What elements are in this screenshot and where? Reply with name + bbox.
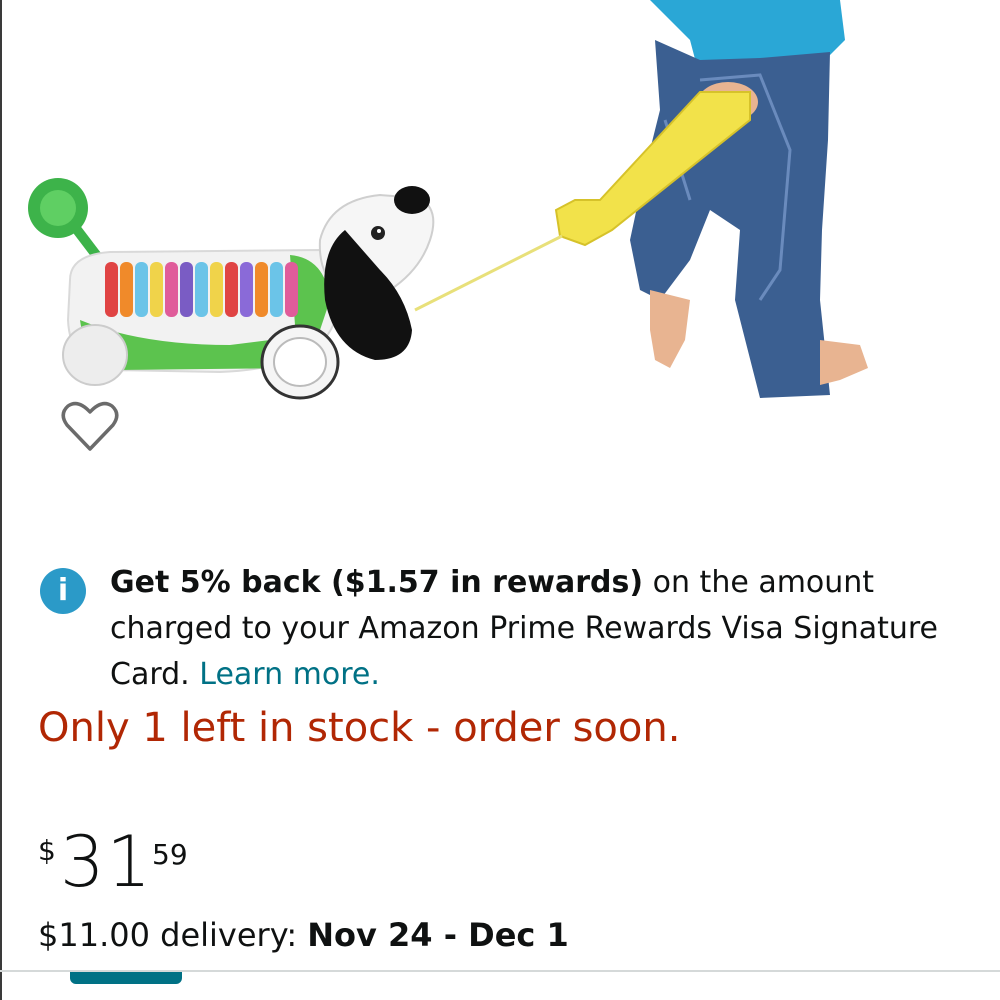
delivery-dates: Nov 24 - Dec 1 bbox=[307, 916, 569, 954]
product-page: i Get 5% back ($1.57 in rewards) on the … bbox=[0, 0, 1000, 1000]
stock-status: Only 1 left in stock - order soon. bbox=[38, 705, 681, 751]
delivery-info: $11.00 delivery: Nov 24 - Dec 1 bbox=[38, 912, 569, 958]
learn-more-link[interactable]: Learn more. bbox=[199, 657, 380, 692]
product-image[interactable] bbox=[0, 0, 1000, 420]
info-icon[interactable]: i bbox=[40, 568, 86, 614]
price-whole: 31 bbox=[60, 821, 154, 903]
price-fraction: 59 bbox=[152, 838, 188, 871]
child-foot-left bbox=[650, 290, 690, 368]
delivery-cost: $11.00 delivery: bbox=[38, 916, 308, 954]
child-foot-right bbox=[820, 340, 868, 385]
price-currency-symbol: $ bbox=[38, 834, 56, 867]
toy-wheel-back bbox=[62, 324, 128, 386]
add-to-wishlist-button[interactable] bbox=[52, 388, 128, 464]
active-tab-indicator bbox=[70, 972, 182, 984]
rewards-banner: i Get 5% back ($1.57 in rewards) on the … bbox=[40, 560, 940, 698]
rewards-message: Get 5% back ($1.57 in rewards) on the am… bbox=[110, 560, 940, 698]
rewards-highlight: Get 5% back ($1.57 in rewards) bbox=[110, 565, 644, 600]
heart-outline-icon bbox=[61, 401, 119, 451]
